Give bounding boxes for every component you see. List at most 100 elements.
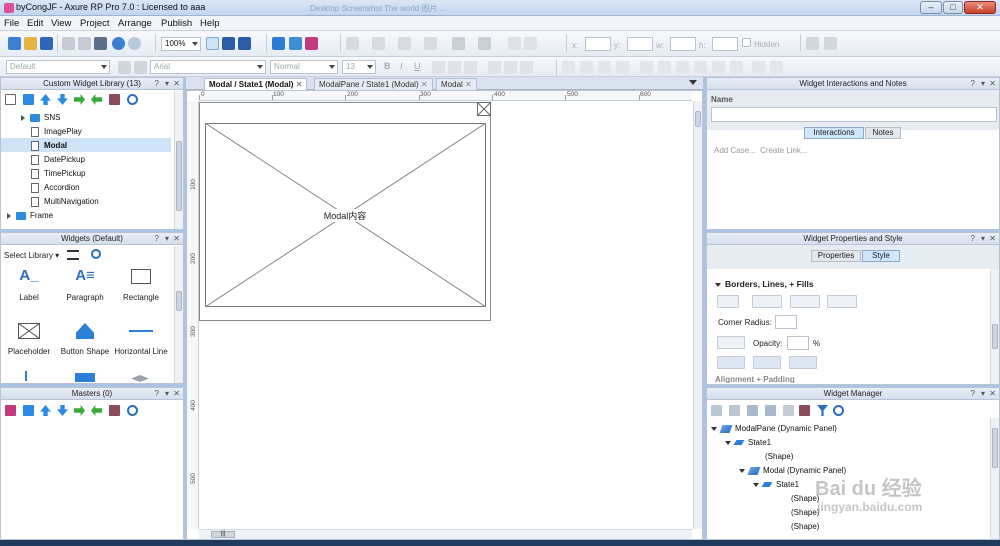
add-folder-icon[interactable] <box>23 405 34 416</box>
collapse-arrow-icon[interactable] <box>725 440 731 445</box>
panel-close-icon[interactable]: ✕ <box>173 78 180 89</box>
inner-shadow-button[interactable] <box>753 356 781 369</box>
open-folder-icon[interactable] <box>24 37 37 50</box>
library-item-datepickup[interactable]: DatePickup <box>31 155 85 165</box>
help-icon[interactable]: ? <box>971 388 975 399</box>
menu-view[interactable]: View <box>51 18 71 29</box>
panel-menu-icon[interactable]: ▾ <box>165 233 169 244</box>
collapse-arrow-icon[interactable] <box>739 468 745 473</box>
new-file-icon[interactable] <box>8 37 21 50</box>
align-left-icon[interactable] <box>432 61 445 74</box>
minimize-button[interactable]: – <box>920 1 942 14</box>
tab-interactions[interactable]: Interactions <box>804 127 864 139</box>
select-pointer-icon[interactable] <box>206 37 219 50</box>
arrow-style-icon[interactable] <box>424 37 437 50</box>
align-center-icon[interactable] <box>448 61 461 74</box>
menu-project[interactable]: Project <box>80 18 110 29</box>
align-objects-icon-2[interactable] <box>658 61 671 74</box>
border-style-button[interactable] <box>790 295 820 308</box>
search-icon[interactable] <box>127 94 138 105</box>
valign-top-icon[interactable] <box>488 61 501 74</box>
distribute-v-icon[interactable] <box>770 61 783 74</box>
maximize-button[interactable]: □ <box>943 1 963 14</box>
widget-name-input[interactable] <box>711 107 997 122</box>
create-link-link[interactable]: Create Link... <box>760 146 808 155</box>
move-up-icon[interactable] <box>747 405 758 416</box>
arrange-icon-3[interactable] <box>598 61 611 74</box>
distribute-icon[interactable] <box>524 37 537 50</box>
list-view-icon[interactable] <box>67 250 79 260</box>
align-objects-icon-5[interactable] <box>712 61 725 74</box>
alignment-section-header[interactable]: Alignment + Padding <box>715 375 795 383</box>
widgets-scrollbar[interactable] <box>174 246 183 383</box>
duplicate-state-icon[interactable] <box>729 405 740 416</box>
collapse-arrow-icon[interactable] <box>753 482 759 487</box>
panel-menu-icon[interactable]: ▾ <box>981 388 985 399</box>
save-icon[interactable] <box>40 37 53 50</box>
border-color-icon[interactable] <box>346 37 359 50</box>
fill-color-button[interactable] <box>717 336 745 349</box>
modal-close-placeholder[interactable] <box>477 102 491 116</box>
connector-tool-icon[interactable] <box>238 37 251 50</box>
indent-icon[interactable] <box>74 94 85 105</box>
panel-close-icon[interactable]: ✕ <box>173 388 180 399</box>
widget-label[interactable]: A_ Label <box>1 267 57 302</box>
library-item-modal[interactable]: Modal <box>31 141 67 151</box>
library-item-timepickup[interactable]: TimePickup <box>31 169 86 179</box>
library-scrollbar[interactable] <box>174 91 183 229</box>
expand-arrow-icon[interactable] <box>7 212 11 219</box>
h-field[interactable] <box>712 37 738 51</box>
indent-icon[interactable] <box>74 405 85 416</box>
arrow-style-button[interactable] <box>827 295 857 308</box>
delete-icon[interactable] <box>799 405 810 416</box>
add-page-icon[interactable] <box>5 94 16 105</box>
add-state-icon[interactable] <box>711 405 722 416</box>
vertical-line-widget-icon[interactable] <box>25 371 27 381</box>
panel-menu-icon[interactable]: ▾ <box>165 78 169 89</box>
align-right-icon[interactable] <box>464 61 477 74</box>
align-objects-icon-4[interactable] <box>694 61 707 74</box>
tab-close-icon[interactable]: ✕ <box>421 80 428 89</box>
font-size-select[interactable]: 13 <box>342 60 376 74</box>
add-folder-icon[interactable] <box>23 94 34 105</box>
line-width-icon[interactable] <box>372 37 385 50</box>
search-icon[interactable] <box>127 405 138 416</box>
border-width-button[interactable] <box>752 295 782 308</box>
outdent-icon[interactable] <box>91 405 102 416</box>
library-item-multinavigation[interactable]: MultiNavigation <box>31 197 99 207</box>
panel-menu-icon[interactable]: ▾ <box>981 233 985 244</box>
design-canvas[interactable]: 0 100 200 300 400 500 600 100 200 300 40… <box>186 90 703 540</box>
tab-close-icon[interactable]: ✕ <box>465 80 472 89</box>
move-up-icon[interactable] <box>40 94 51 105</box>
align-objects-icon-6[interactable] <box>730 61 743 74</box>
close-button[interactable]: ✕ <box>964 1 996 14</box>
help-icon[interactable]: ? <box>155 388 159 399</box>
shadow-icon[interactable] <box>478 37 491 50</box>
cut-icon[interactable] <box>62 37 75 50</box>
border-color-button[interactable] <box>717 295 739 308</box>
collapse-arrow-icon[interactable] <box>715 282 721 287</box>
align-icon[interactable] <box>508 37 521 50</box>
fill-color-icon[interactable] <box>452 37 465 50</box>
menu-publish[interactable]: Publish <box>161 18 192 29</box>
widget-button-shape[interactable]: Button Shape <box>57 321 113 356</box>
menu-file[interactable]: File <box>4 18 19 29</box>
manager-item-state1[interactable]: State1 <box>725 438 771 447</box>
tab-style[interactable]: Style <box>862 250 900 262</box>
menu-help[interactable]: Help <box>200 18 220 29</box>
panel-close-icon[interactable]: ✕ <box>989 388 996 399</box>
canvas-vertical-scrollbar[interactable] <box>693 101 702 529</box>
borders-section-header[interactable]: Borders, Lines, + Fills <box>715 279 814 289</box>
font-color-icon[interactable] <box>520 61 533 74</box>
delete-icon[interactable] <box>109 94 120 105</box>
connector-icon[interactable] <box>222 37 235 50</box>
help-icon[interactable]: ? <box>971 78 975 89</box>
image-map-widget-icon[interactable] <box>75 373 95 382</box>
arrange-icon-1[interactable] <box>562 61 575 74</box>
x-field[interactable] <box>585 37 611 51</box>
widget-horizontal-line[interactable]: Horizontal Line <box>113 321 169 356</box>
panel-close-icon[interactable]: ✕ <box>989 233 996 244</box>
arrange-icon-4[interactable] <box>616 61 629 74</box>
align-objects-icon-3[interactable] <box>676 61 689 74</box>
style-editor-icon[interactable] <box>134 61 147 74</box>
